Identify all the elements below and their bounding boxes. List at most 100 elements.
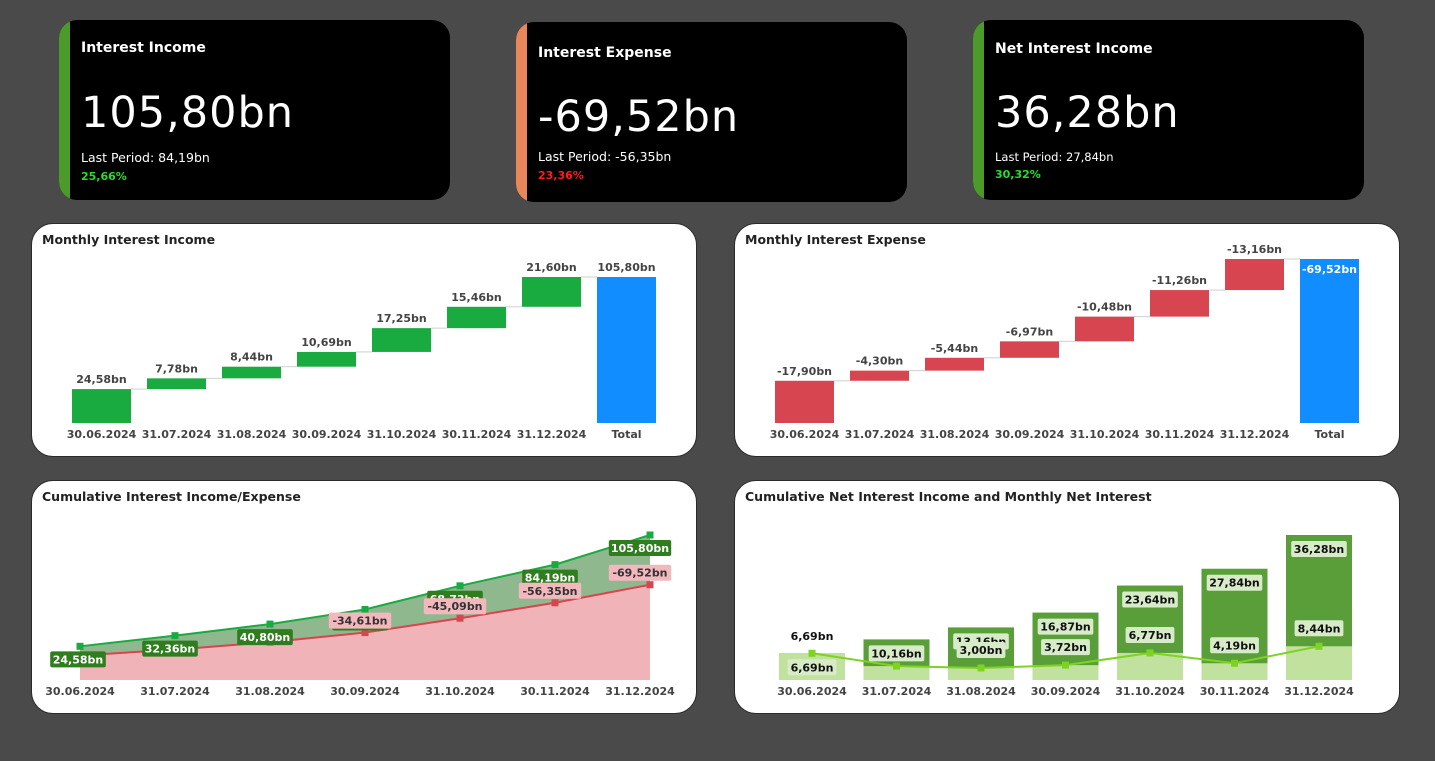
bar-30.11.2024 <box>1150 290 1209 317</box>
cumulative-data-label: 6,69bn <box>791 661 834 674</box>
data-label: 21,60bn <box>526 261 577 274</box>
expense-point <box>551 599 559 607</box>
bar-Total <box>1300 259 1359 423</box>
kpi-card-net-interest-income: Net Interest Income 36,28bn Last Period:… <box>973 20 1364 200</box>
panel-monthly-interest-expense: Monthly Interest Expense -17,90bn 30.06.2… <box>734 223 1400 457</box>
area-chart-cumulative: 24,58bn 30.06.2024 32,36bn 31.07.2024 40,80b… <box>45 531 675 698</box>
x-tick-label: 30.09.2024 <box>330 685 400 698</box>
data-label: 8,44bn <box>230 351 273 364</box>
x-tick-label: 31.08.2024 <box>920 428 990 441</box>
x-tick-label: 31.07.2024 <box>862 685 932 698</box>
monthly-point <box>1315 642 1323 650</box>
x-tick-label: 30.06.2024 <box>67 428 137 441</box>
income-data-label: 84,19bn <box>525 572 576 585</box>
income-point <box>551 561 559 569</box>
combo-chart-net-interest: 6,69bn30.06.202410,16bn31.07.202413,16bn… <box>777 535 1354 698</box>
monthly-point <box>977 664 985 672</box>
kpi-last-period: Last Period: 27,84bn <box>995 150 1114 164</box>
income-point <box>171 632 179 640</box>
data-label: 10,69bn <box>301 336 352 349</box>
panel-monthly-interest-income: Monthly Interest Income 24,58bn 30.06.202… <box>31 223 697 457</box>
income-point <box>646 531 654 539</box>
x-tick-label: 30.09.2024 <box>1031 685 1101 698</box>
x-tick-label: 31.12.2024 <box>1220 428 1290 441</box>
expense-data-label: -69,52bn <box>612 567 667 580</box>
data-label: -69,52bn <box>1302 263 1357 276</box>
kpi-last-period: Last Period: 84,19bn <box>81 150 210 165</box>
x-tick-label: Total <box>1314 428 1344 441</box>
bar-31.08.2024 <box>925 357 984 371</box>
income-data-label: 24,58bn <box>53 653 104 666</box>
x-tick-label: 30.11.2024 <box>1145 428 1215 441</box>
x-tick-label: 30.11.2024 <box>1200 685 1270 698</box>
x-tick-label: 31.08.2024 <box>946 685 1016 698</box>
monthly-point <box>1231 659 1238 667</box>
x-tick-label: 31.12.2024 <box>605 685 675 698</box>
kpi-accent-bar <box>516 22 527 202</box>
kpi-value: 36,28bn <box>995 88 1180 138</box>
bar-Total <box>597 277 656 423</box>
bar-31.08.2024 <box>222 366 281 379</box>
data-label: -4,30bn <box>856 355 903 368</box>
cumulative-data-label: 36,28bn <box>1294 543 1345 556</box>
income-data-label: 40,80bn <box>240 631 291 644</box>
x-tick-label: 31.10.2024 <box>367 428 437 441</box>
kpi-accent-bar <box>59 20 70 200</box>
x-tick-label: 31.07.2024 <box>845 428 915 441</box>
bar-31.07.2024 <box>850 370 909 381</box>
x-tick-label: 31.12.2024 <box>1284 685 1354 698</box>
bar-30.11.2024 <box>447 306 506 329</box>
kpi-title: Interest Expense <box>538 45 672 61</box>
data-label: 105,80bn <box>597 261 655 274</box>
x-tick-label: 31.07.2024 <box>140 685 210 698</box>
cumulative-data-label: 23,64bn <box>1125 594 1176 607</box>
monthly-point <box>1062 661 1069 669</box>
x-tick-label: 31.08.2024 <box>217 428 287 441</box>
kpi-change: 30,32% <box>995 168 1041 181</box>
kpi-change: 25,66% <box>81 170 127 183</box>
income-data-label: 105,80bn <box>611 542 669 555</box>
monthly-data-label: 3,00bn <box>960 644 1003 657</box>
x-tick-label: 30.11.2024 <box>520 685 590 698</box>
kpi-value: 105,80bn <box>81 88 295 138</box>
income-point <box>266 620 274 628</box>
monthly-data-label: 4,19bn <box>1213 639 1256 652</box>
x-tick-label: Total <box>611 428 641 441</box>
kpi-last-period: Last Period: -56,35bn <box>538 149 672 164</box>
monthly-data-label: 6,69bn <box>791 630 834 643</box>
monthly-point <box>893 662 900 670</box>
data-label: -13,16bn <box>1227 243 1282 256</box>
monthly-data-label: 8,44bn <box>1298 622 1341 635</box>
kpi-accent-bar <box>973 20 984 200</box>
kpi-title: Net Interest Income <box>995 41 1153 57</box>
data-label: -11,26bn <box>1152 274 1207 287</box>
monthly-data-label: 6,77bn <box>1129 629 1172 642</box>
x-tick-label: 31.12.2024 <box>517 428 587 441</box>
data-label: -5,44bn <box>931 342 978 355</box>
income-data-label: 32,36bn <box>145 643 196 656</box>
panel-cumulative-net-interest: Cumulative Net Interest Income and Month… <box>734 480 1400 714</box>
data-label: 7,78bn <box>155 362 198 375</box>
cumulative-data-label: 16,87bn <box>1040 621 1091 634</box>
bar-30.06.2024 <box>775 380 834 423</box>
panel-cumulative-income-expense: Cumulative Interest Income/Expense 24,58… <box>31 480 697 714</box>
bar-30.09.2024 <box>297 351 356 367</box>
bar-30.09.2024 <box>1000 341 1059 358</box>
kpi-value: -69,52bn <box>538 92 740 142</box>
kpi-title: Interest Income <box>81 40 206 56</box>
waterfall-chart-income: 24,58bn 30.06.2024 7,78bn 31.07.2024 8,44bn 3… <box>67 261 656 441</box>
monthly-point <box>1146 649 1154 657</box>
bar-30.06.2024 <box>72 389 131 423</box>
cumulative-data-label: 27,84bn <box>1209 577 1260 590</box>
bar-31.12.2024 <box>522 277 581 307</box>
expense-data-label: -34,61bn <box>332 615 387 628</box>
kpi-change: 23,36% <box>538 169 584 182</box>
waterfall-chart-expense: -17,90bn 30.06.2024 -4,30bn 31.07.2024 -5,44… <box>770 243 1359 441</box>
x-tick-label: 30.06.2024 <box>777 685 847 698</box>
x-tick-label: 31.10.2024 <box>1115 685 1185 698</box>
kpi-card-interest-income: Interest Income 105,80bn Last Period: 84… <box>59 20 450 200</box>
x-tick-label: 31.10.2024 <box>1070 428 1140 441</box>
data-label: 24,58bn <box>76 373 127 386</box>
income-point <box>361 605 369 613</box>
expense-point <box>646 581 654 589</box>
